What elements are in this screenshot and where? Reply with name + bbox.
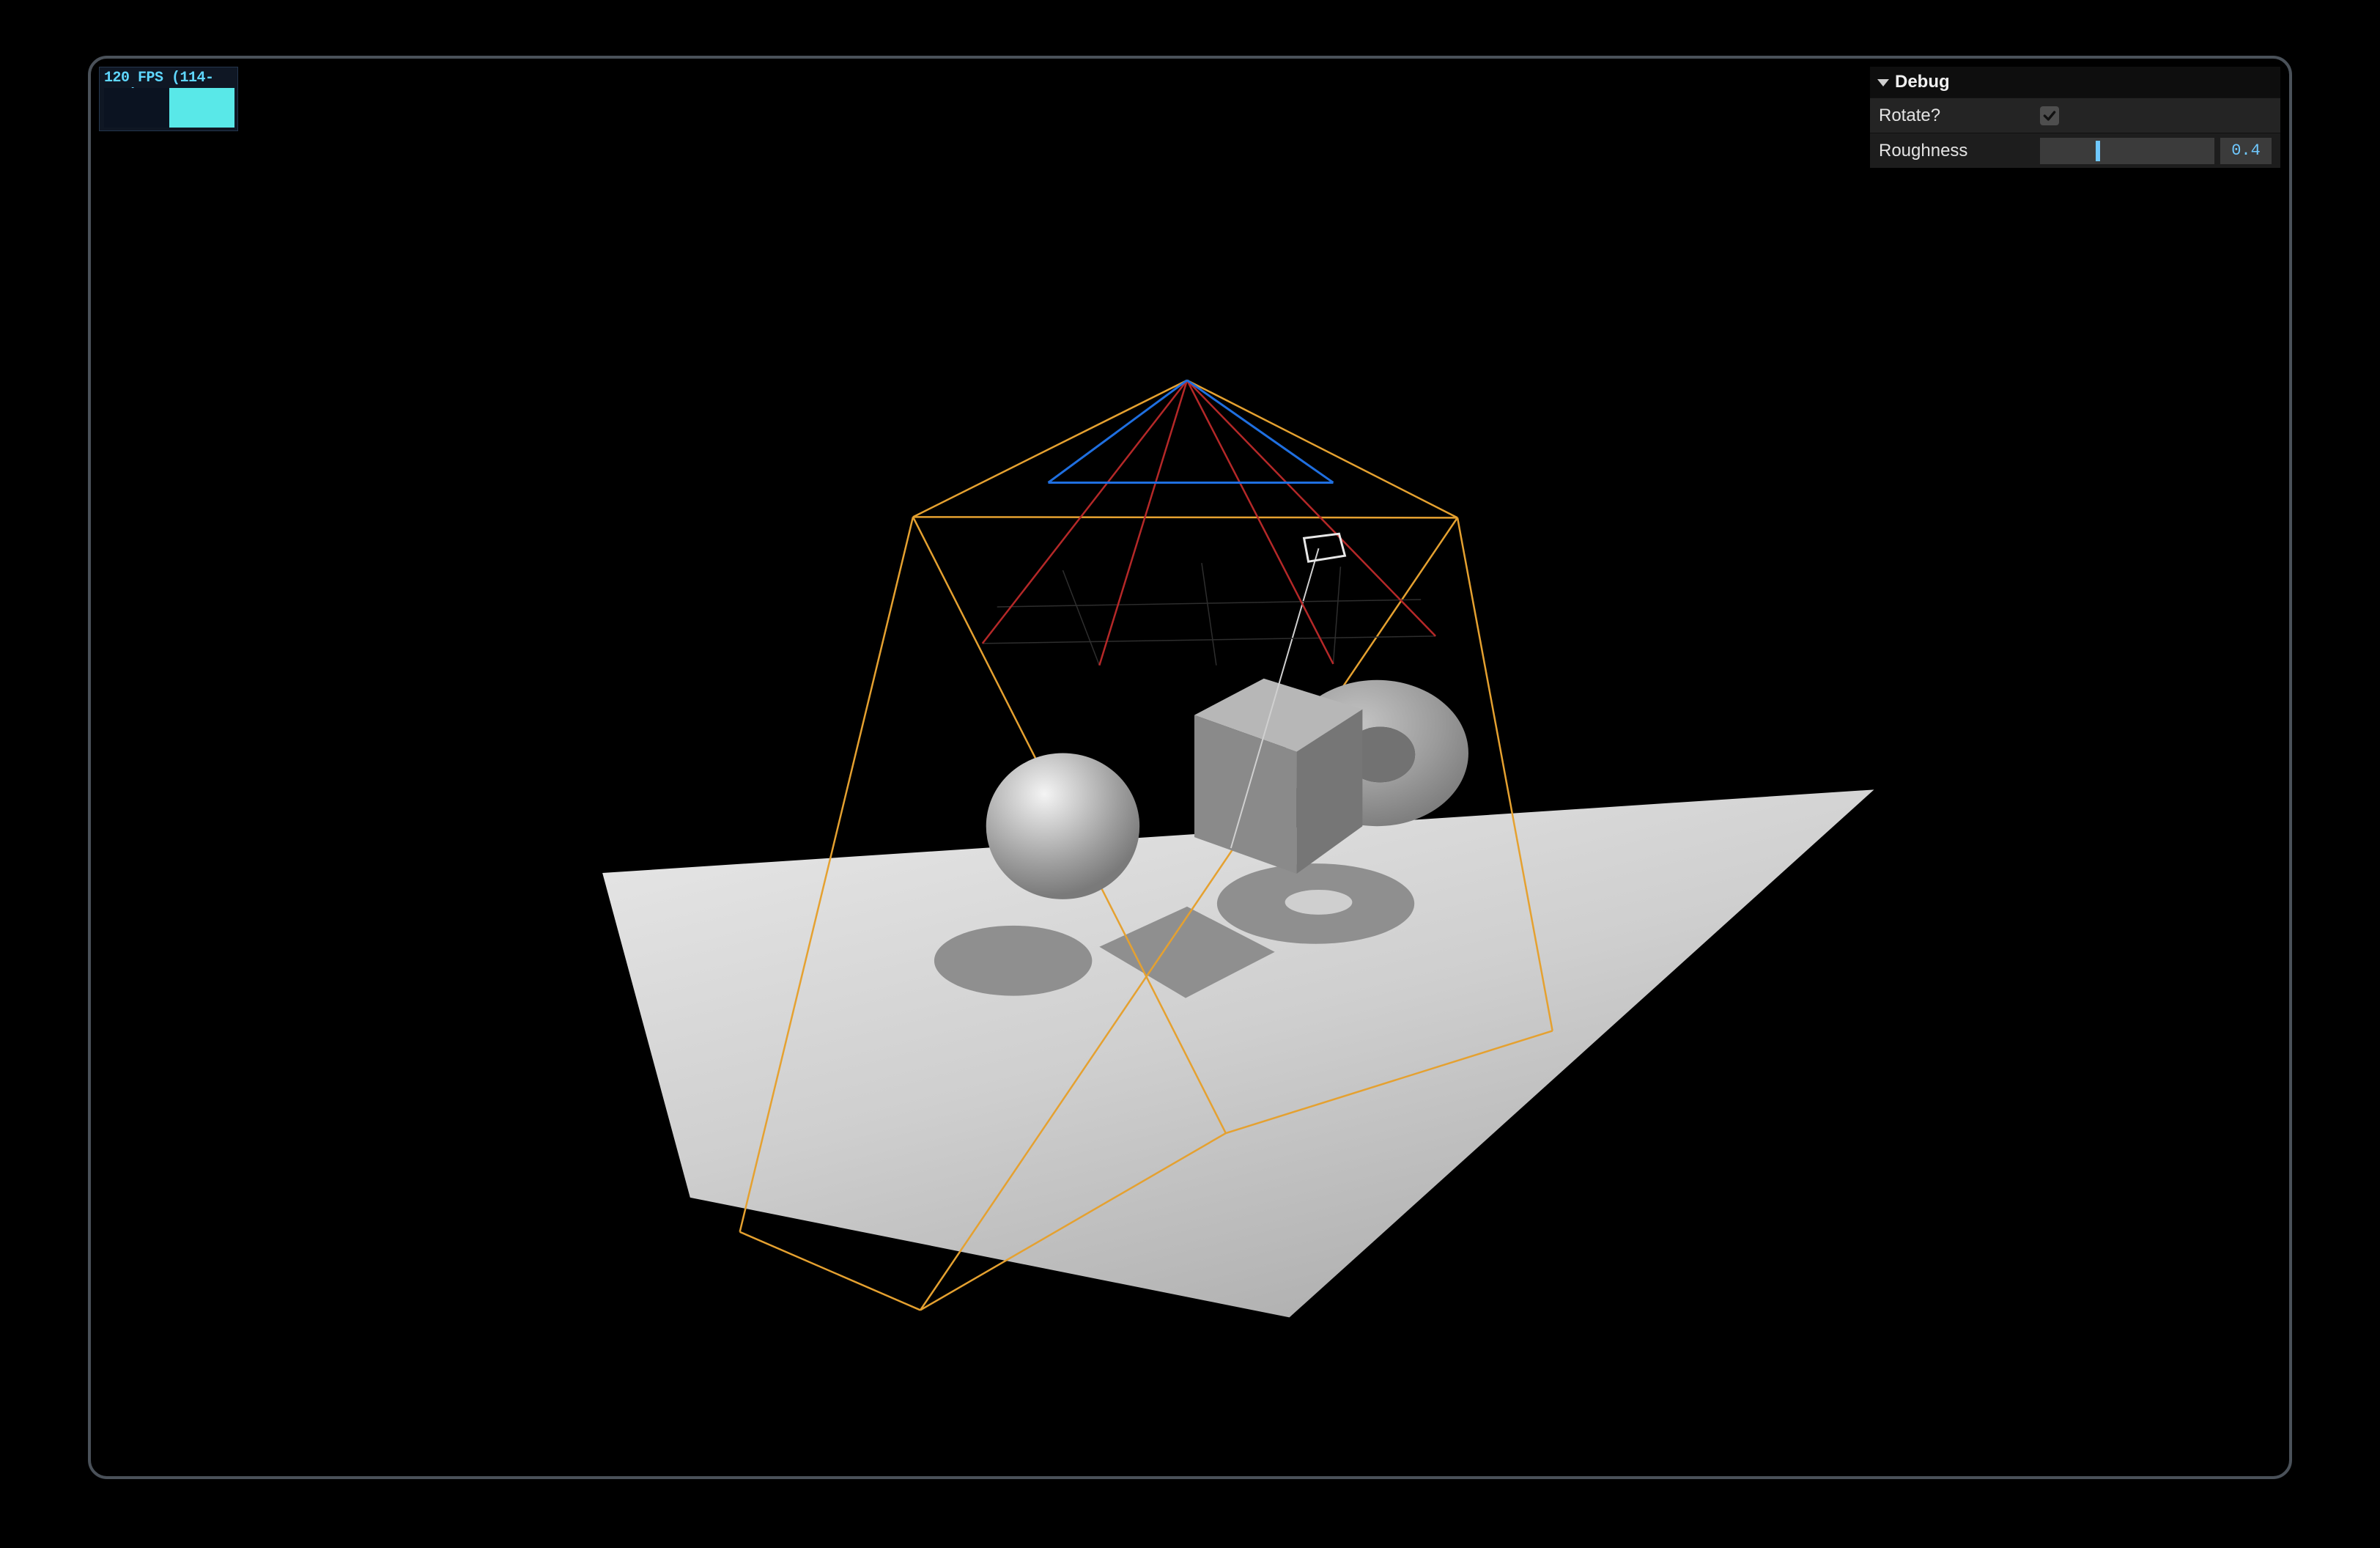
torus-shadow-hole: [1285, 890, 1353, 915]
viewport-frame: 120 FPS (114-120) Debug Rotate? Roughnes…: [88, 56, 2292, 1479]
sphere-mesh: [986, 753, 1139, 899]
camera-frustum-orange-top: [913, 380, 1457, 517]
viewport-3d-scene[interactable]: [91, 59, 2289, 1476]
sphere-shadow: [934, 926, 1092, 996]
light-gizmo: [1304, 534, 1345, 561]
camera-frustum-blue: [1049, 380, 1334, 483]
ground-plane: [602, 789, 1874, 1317]
scene-svg: [91, 59, 2289, 1478]
camera-frustum-red: [983, 380, 1435, 666]
